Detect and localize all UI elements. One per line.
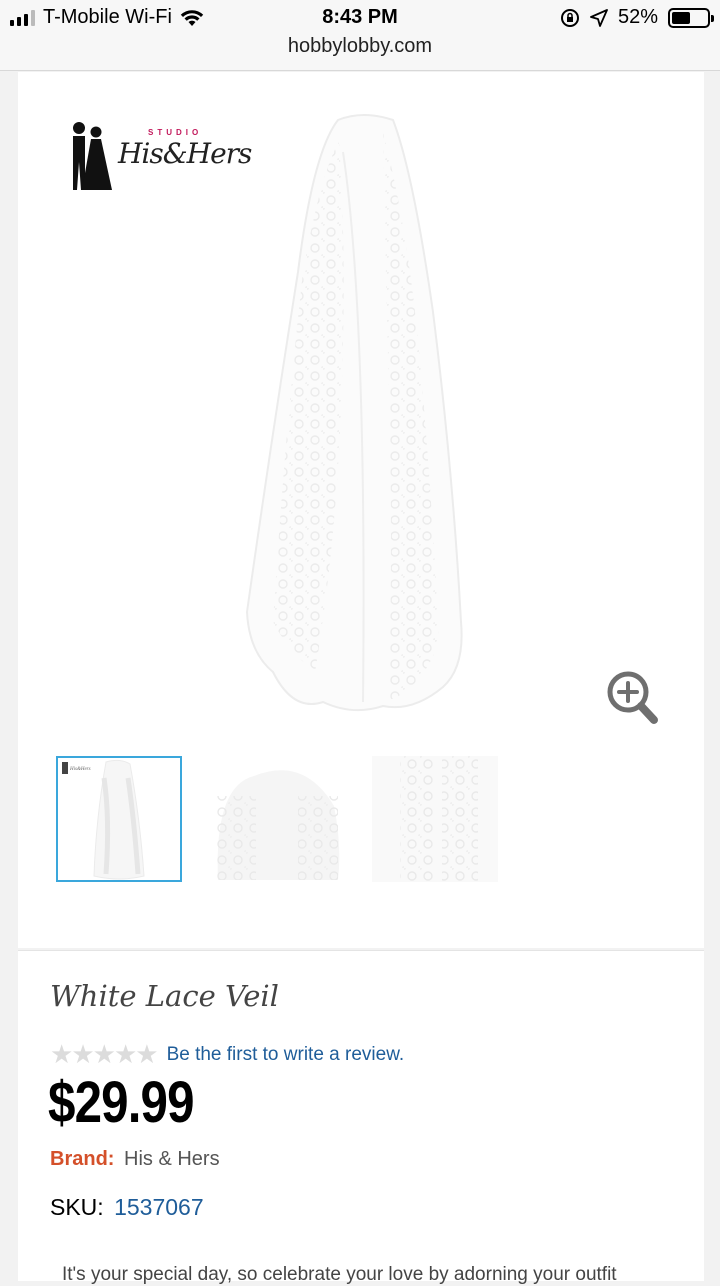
- thumbnail-image: [216, 770, 340, 880]
- couple-silhouette-icon: [73, 122, 112, 190]
- rating-row: ★★★★★ Be the first to write a review.: [50, 1039, 404, 1070]
- sku-value: 1537067: [114, 1194, 204, 1220]
- thumbnail-2[interactable]: [214, 756, 340, 882]
- brand-row: Brand: His & Hers: [50, 1148, 220, 1171]
- product-description: It's your special day, so celebrate your…: [62, 1264, 617, 1285]
- write-review-link[interactable]: Be the first to write a review.: [167, 1044, 405, 1066]
- star-rating: ★★★★★: [50, 1039, 159, 1070]
- sku-label: SKU:: [50, 1194, 104, 1220]
- brand-value: His & Hers: [124, 1148, 220, 1170]
- star-icon: ★: [92, 1039, 116, 1069]
- product-price: $29.99: [48, 1070, 195, 1135]
- location-arrow-icon: [590, 8, 608, 27]
- zoom-in-icon[interactable]: [606, 670, 660, 726]
- product-image[interactable]: [243, 112, 483, 722]
- thumbnail-1[interactable]: His&Hers: [56, 756, 182, 882]
- brand-label: Brand:: [50, 1148, 115, 1170]
- address-bar[interactable]: hobbylobby.com: [0, 35, 720, 58]
- thumbnail-image: [372, 756, 498, 882]
- thumbnail-3[interactable]: [372, 756, 498, 882]
- logo-tagline: STUDIO: [148, 128, 203, 137]
- battery-icon: [668, 7, 714, 28]
- product-info: White Lace Veil ★★★★★ Be the first to wr…: [18, 950, 704, 1285]
- star-icon: ★: [71, 1039, 94, 1069]
- star-icon: ★: [113, 1039, 137, 1069]
- status-right: 52%: [560, 6, 714, 29]
- logo-text: His&Hers: [118, 137, 252, 170]
- brand-logo: STUDIO His&Hers: [68, 120, 252, 192]
- status-bar: T-Mobile Wi-Fi 8:43 PM hobbylobby.com 52…: [0, 0, 720, 71]
- orientation-lock-icon: [560, 8, 579, 27]
- star-icon: ★: [50, 1039, 73, 1069]
- battery-fill: [672, 11, 690, 24]
- product-title: White Lace Veil: [50, 979, 279, 1013]
- battery-percent: 52%: [617, 6, 658, 28]
- star-icon: ★: [135, 1039, 158, 1069]
- thumbnail-strip: His&Hers: [56, 756, 498, 882]
- sku-row: SKU: 1537067: [50, 1194, 204, 1221]
- thumbnail-image: His&Hers: [62, 759, 145, 880]
- product-gallery: STUDIO His&Hers His&Hers: [18, 72, 704, 948]
- svg-text:His&Hers: His&Hers: [69, 767, 91, 772]
